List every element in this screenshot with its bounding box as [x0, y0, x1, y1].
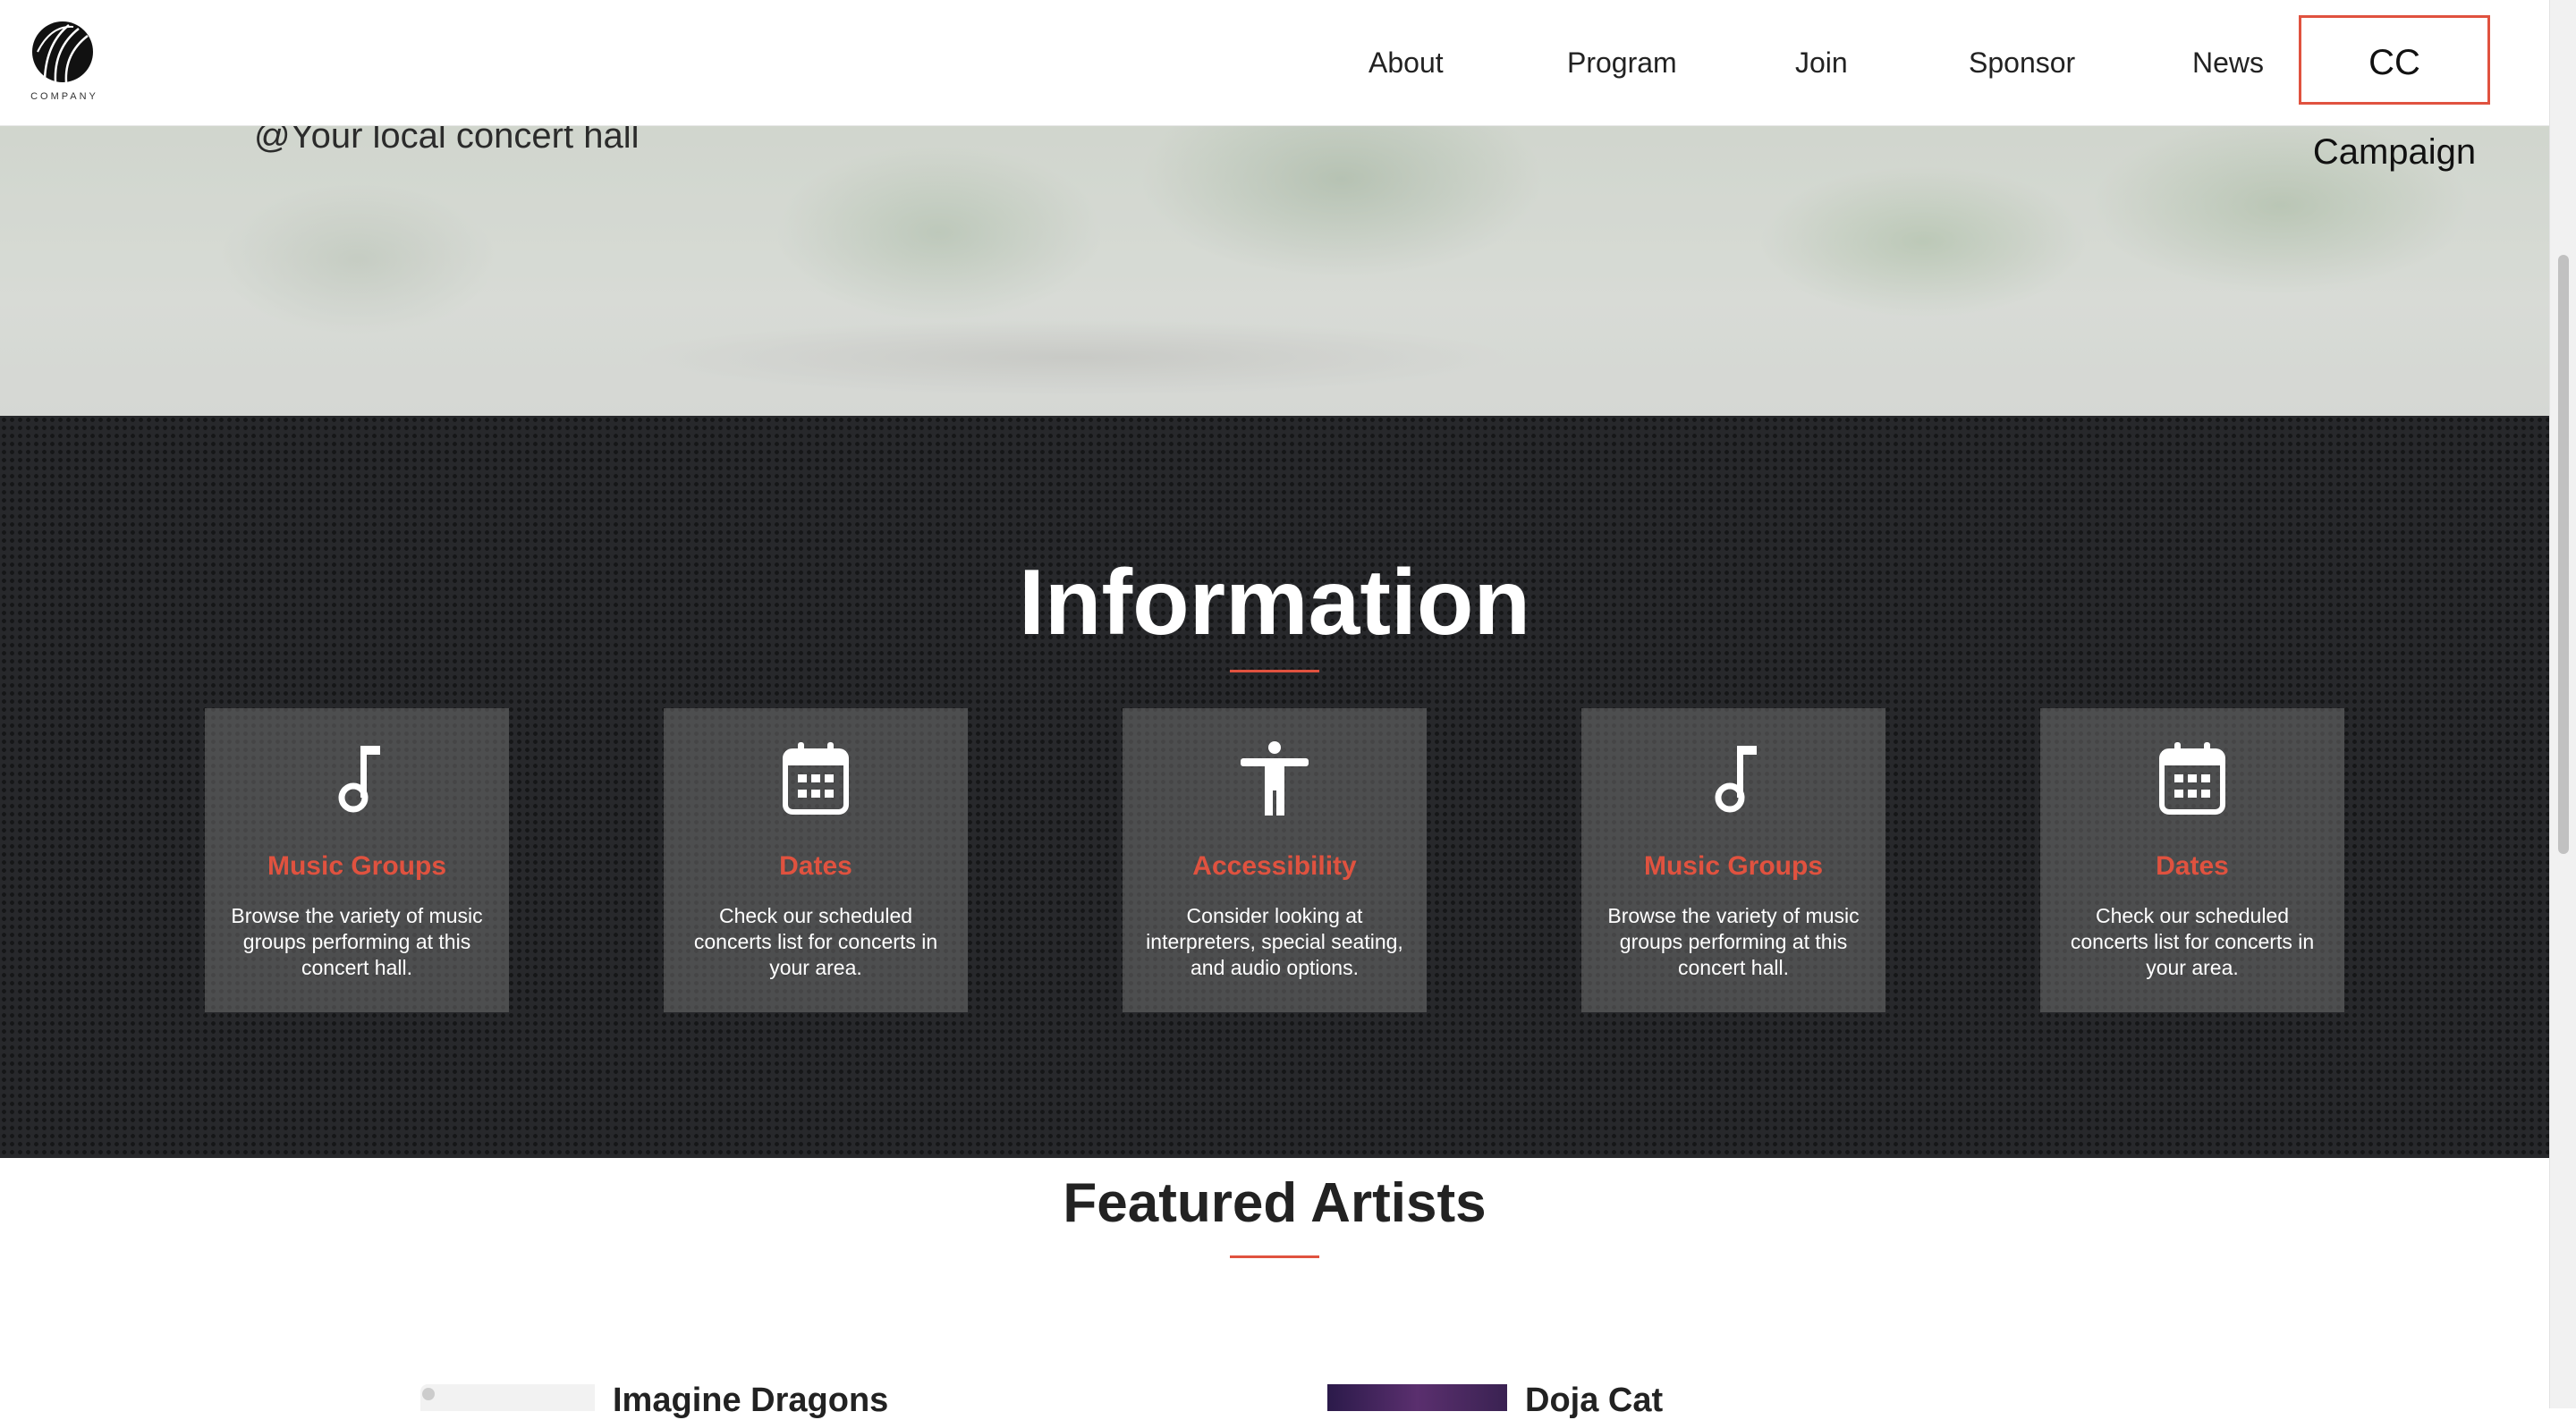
- hero-banner: @Your local concert hall: [0, 125, 2549, 416]
- logo-mark-icon: [32, 21, 93, 83]
- card-title: Accessibility: [1192, 851, 1357, 881]
- music-note-icon: [338, 746, 380, 813]
- title-underline: [1230, 1255, 1319, 1258]
- nav-news[interactable]: News: [2192, 38, 2264, 88]
- card-title: Music Groups: [1643, 851, 1824, 881]
- card-description: Browse the variety of music groups perfo…: [1607, 904, 1860, 979]
- page-scrollbar[interactable]: [2549, 0, 2576, 1408]
- nav-about[interactable]: About: [1368, 38, 1444, 88]
- card-title: Dates: [2156, 851, 2229, 881]
- info-card-music-groups[interactable]: Music Groups Browse the variety of music…: [205, 708, 509, 1012]
- nav-program[interactable]: Program: [1567, 38, 1677, 88]
- hero-location-text: @Your local concert hall: [254, 125, 640, 156]
- scrollbar-thumb[interactable]: [2558, 255, 2569, 854]
- accessibility-icon: [1241, 741, 1309, 816]
- artist-name[interactable]: Doja Cat: [1525, 1382, 1663, 1420]
- artist-name[interactable]: Imagine Dragons: [613, 1382, 888, 1420]
- cc-campaign-button[interactable]: CC Campaign: [2299, 15, 2490, 172]
- calendar-icon: [783, 742, 849, 815]
- card-description: Consider looking at interpreters, specia…: [1146, 904, 1403, 979]
- artist-thumbnail[interactable]: [1327, 1384, 1507, 1411]
- card-description: Check our scheduled concerts list for co…: [693, 904, 938, 979]
- card-title: Dates: [779, 851, 852, 881]
- info-card-dates-2[interactable]: Dates Check our scheduled concerts list …: [2040, 708, 2344, 1012]
- image-placeholder-icon: [422, 1388, 435, 1400]
- nav-join[interactable]: Join: [1795, 38, 1848, 88]
- title-underline: [1230, 670, 1319, 672]
- music-note-icon: [1715, 746, 1757, 813]
- card-title: Music Groups: [267, 851, 447, 881]
- information-section: Information Music Groups Browse the vari…: [0, 416, 2549, 1158]
- card-description: Check our scheduled concerts list for co…: [2070, 904, 2315, 979]
- info-card-dates[interactable]: Dates Check our scheduled concerts list …: [664, 708, 968, 1012]
- featured-artists-title: Featured Artists: [1063, 1172, 1487, 1234]
- information-title: Information: [1019, 551, 1530, 655]
- info-card-accessibility[interactable]: Accessibility Consider looking at interp…: [1123, 708, 1427, 1012]
- company-logo[interactable]: COMPANY: [20, 16, 109, 106]
- nav-sponsor[interactable]: Sponsor: [1969, 38, 2075, 88]
- calendar-icon: [2159, 742, 2225, 815]
- site-header: COMPANY About Program Join Sponsor News …: [0, 0, 2549, 172]
- logo-text: COMPANY: [30, 91, 98, 102]
- info-card-music-groups-2[interactable]: Music Groups Browse the variety of music…: [1581, 708, 1885, 1012]
- artist-thumbnail[interactable]: [420, 1384, 595, 1411]
- card-description: Browse the variety of music groups perfo…: [231, 904, 483, 979]
